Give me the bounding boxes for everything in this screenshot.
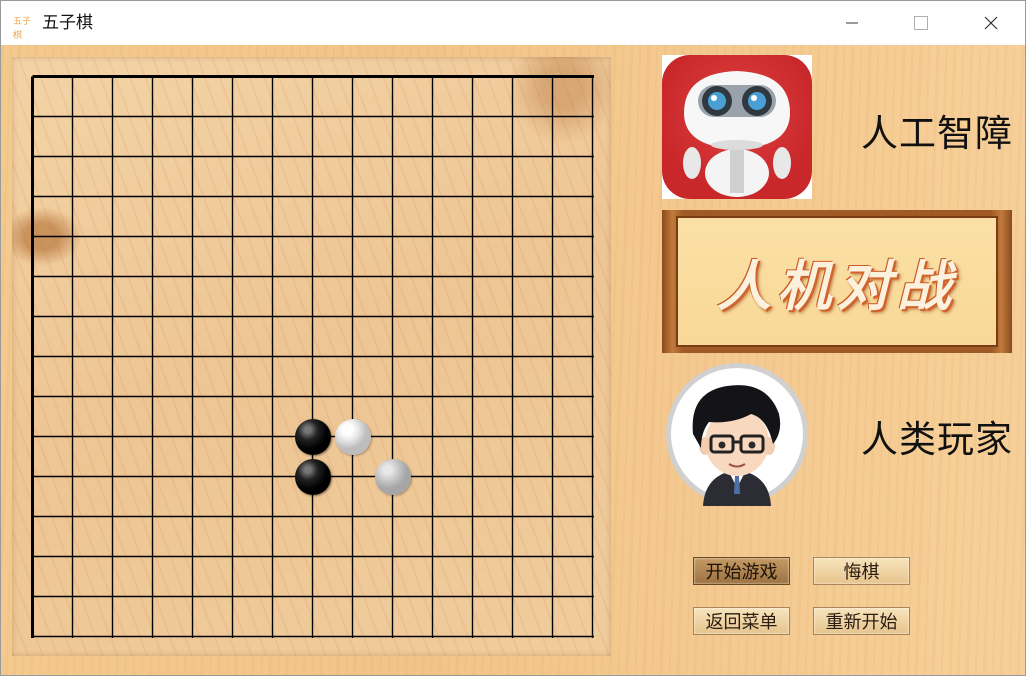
board-grid[interactable]: [31, 75, 594, 638]
human-avatar: [663, 362, 811, 506]
black-stone: [294, 418, 331, 455]
ai-player-label: 人工智障: [861, 112, 1013, 155]
back-to-menu-button[interactable]: 返回菜单: [693, 607, 790, 635]
close-button[interactable]: [968, 1, 1014, 45]
black-stone: [294, 458, 331, 495]
undo-button[interactable]: 悔棋: [813, 557, 910, 585]
maximize-icon: [914, 16, 928, 30]
white-stone: [334, 418, 371, 455]
game-area: 人工智障 人机对战 人类玩家 开始游戏 悔棋 返回菜单 重新开始: [1, 45, 1025, 675]
white-stone: [374, 458, 411, 495]
minimize-button[interactable]: [829, 1, 875, 45]
app-icon: 五子棋: [13, 17, 32, 41]
player-avatar-icon: [666, 363, 808, 506]
ai-avatar: [662, 55, 812, 199]
gomoku-board[interactable]: [12, 57, 611, 656]
window-title: 五子棋: [42, 13, 93, 33]
close-icon: [984, 16, 998, 30]
robot-icon: [662, 55, 812, 199]
human-player-label: 人类玩家: [861, 418, 1013, 461]
maximize-button[interactable]: [898, 1, 944, 45]
banner-panel: 人机对战: [676, 216, 998, 347]
restart-button[interactable]: 重新开始: [813, 607, 910, 635]
banner-title: 人机对战: [717, 254, 957, 318]
game-window: 五子棋 五子棋 人工智障 人机对战 人类玩家 开始游戏 悔棋 返回菜单 重新开始: [0, 0, 1026, 676]
mode-banner: 人机对战: [662, 210, 1012, 353]
start-game-button[interactable]: 开始游戏: [693, 557, 790, 585]
title-bar[interactable]: 五子棋 五子棋: [1, 1, 1025, 45]
minimize-icon: [846, 22, 858, 24]
